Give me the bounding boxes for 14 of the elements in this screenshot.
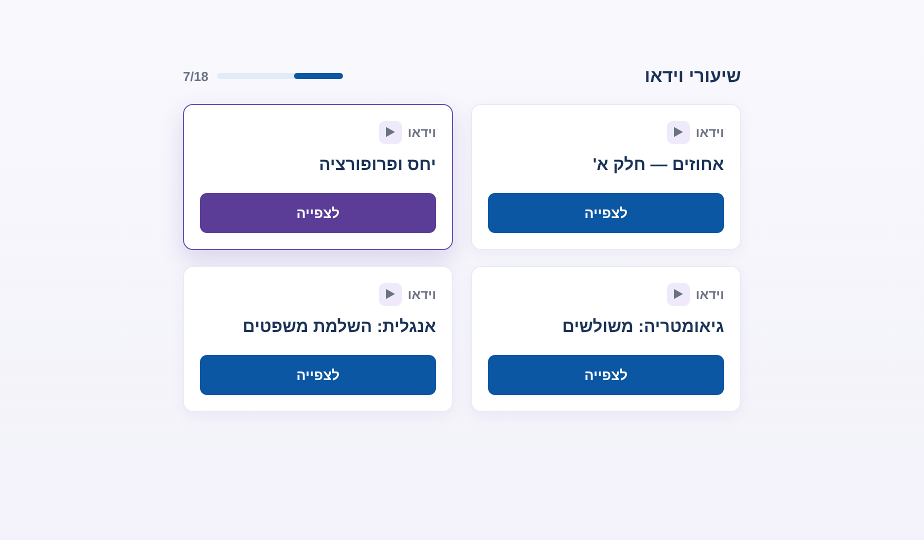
- watch-button[interactable]: לצפייה: [200, 193, 436, 233]
- card-title: אנגלית: השלמת משפטים: [242, 317, 436, 338]
- watch-button[interactable]: לצפייה: [200, 355, 436, 395]
- card-title: גיאומטריה: משולשים: [561, 317, 724, 338]
- type-label: וידאו: [696, 124, 724, 140]
- section-title: שיעורי וידאו: [644, 66, 741, 86]
- watch-button[interactable]: לצפייה: [488, 355, 724, 395]
- card-title: יחס ופרופורציה: [318, 155, 436, 176]
- type-label: וידאו: [408, 286, 436, 302]
- watch-button[interactable]: לצפייה: [488, 193, 724, 233]
- type-label: וידאו: [696, 286, 724, 302]
- progress-count: 7/18: [183, 68, 208, 84]
- card-title: אחוזים — חלק א': [592, 155, 724, 176]
- type-label: וידאו: [408, 124, 436, 140]
